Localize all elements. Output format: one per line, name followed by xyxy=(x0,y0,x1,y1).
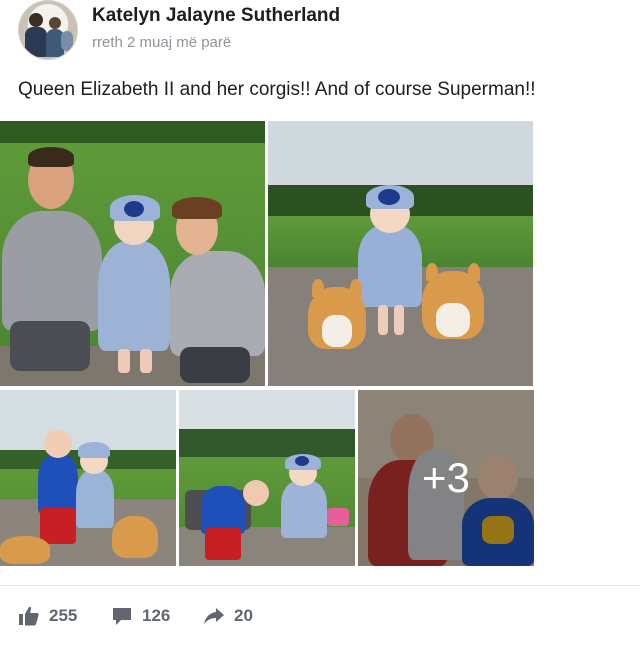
author-name[interactable]: Katelyn Jalayne Sutherland xyxy=(92,5,340,27)
share-button[interactable]: 20 xyxy=(203,601,253,631)
photo-superman-queen[interactable] xyxy=(0,390,176,566)
share-arrow-icon xyxy=(203,605,225,627)
photo-queen-corgis[interactable] xyxy=(268,121,533,386)
more-photos-overlay[interactable]: +3 xyxy=(358,390,534,566)
more-photos-count: +3 xyxy=(422,454,470,501)
post-text: Queen Elizabeth II and her corgis!! And … xyxy=(18,79,536,100)
photo-family-queen[interactable] xyxy=(0,121,265,386)
thumbs-up-icon xyxy=(18,605,40,627)
avatar[interactable] xyxy=(18,0,78,60)
like-count: 255 xyxy=(49,606,78,625)
reaction-bar: 255 126 20 xyxy=(18,601,618,631)
comment-count: 126 xyxy=(142,606,171,625)
photo-chairs[interactable] xyxy=(179,390,355,566)
post-timestamp[interactable]: rreth 2 muaj më parë xyxy=(92,34,231,51)
divider xyxy=(0,585,640,586)
speech-bubble-icon xyxy=(111,605,133,627)
photo-more[interactable]: +3 xyxy=(358,390,534,566)
like-button[interactable]: 255 xyxy=(18,601,77,631)
post-header: Katelyn Jalayne Sutherland rreth 2 muaj … xyxy=(18,0,618,62)
comment-button[interactable]: 126 xyxy=(111,601,170,631)
share-count: 20 xyxy=(234,606,253,625)
